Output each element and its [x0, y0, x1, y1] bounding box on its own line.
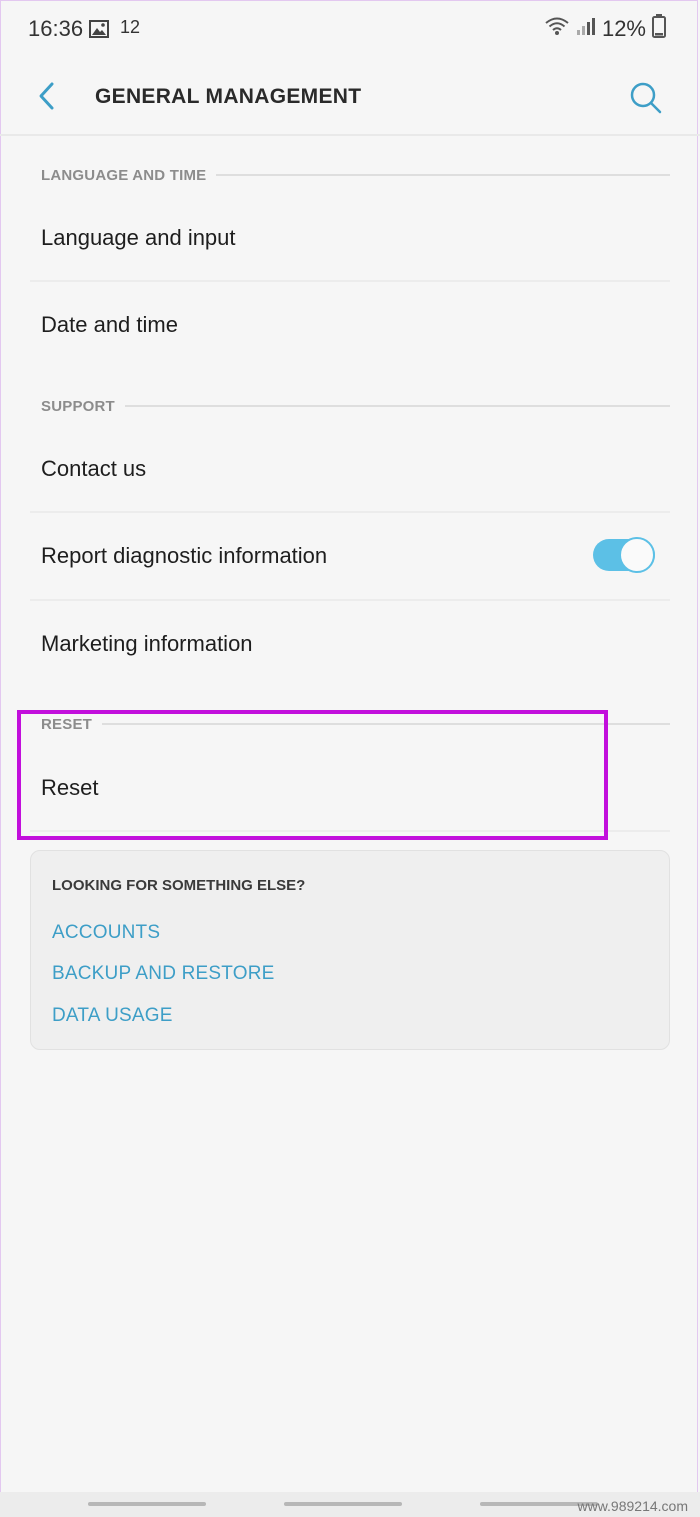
section-header-support: SUPPORT [41, 396, 670, 416]
menu-item-contact-us[interactable]: Contact us [30, 426, 670, 512]
section-header-reset: RESET [41, 714, 670, 734]
notification-count: 12 [120, 17, 141, 37]
page-title: GENERAL MANAGEMENT [95, 85, 362, 108]
nav-recents-button[interactable] [88, 1502, 206, 1506]
menu-item-report-diagnostic-information[interactable]: Report diagnostic information [30, 513, 670, 599]
status-indicators: 12% [544, 14, 666, 44]
section-divider [124, 405, 670, 407]
menu-item-label: Report diagnostic information [41, 543, 328, 568]
back-button[interactable] [30, 76, 66, 116]
toggle-knob [619, 537, 655, 573]
link-backup-and-restore[interactable]: BACKUP AND RESTORE [52, 963, 275, 985]
menu-item-marketing-information[interactable]: Marketing information [30, 601, 670, 687]
battery-icon [652, 14, 666, 44]
card-title: LOOKING FOR SOMETHING ELSE? [52, 877, 306, 894]
section-label: RESET [41, 715, 93, 733]
search-button[interactable] [626, 78, 666, 118]
menu-item-label: Contact us [41, 456, 147, 481]
section-header-language-time: LANGUAGE AND TIME [41, 165, 670, 185]
section-label: SUPPORT [41, 397, 115, 415]
row-divider [30, 830, 670, 832]
menu-item-language-and-input[interactable]: Language and input [30, 195, 670, 281]
watermark: www.989214.com [577, 1498, 688, 1514]
link-data-usage[interactable]: DATA USAGE [52, 1005, 173, 1027]
menu-item-date-and-time[interactable]: Date and time [30, 282, 670, 368]
gallery-notification-icon [89, 18, 109, 44]
menu-item-reset[interactable]: Reset [30, 745, 670, 831]
wifi-icon [544, 16, 570, 42]
report-diagnostic-toggle[interactable] [593, 537, 655, 573]
menu-item-label: Marketing information [41, 631, 253, 656]
menu-item-label: Language and input [41, 225, 236, 250]
link-accounts[interactable]: ACCOUNTS [52, 922, 160, 944]
chevron-left-icon [39, 82, 54, 110]
signal-icon [576, 16, 596, 42]
section-divider [216, 174, 670, 176]
search-icon [630, 82, 662, 114]
app-header: GENERAL MANAGEMENT [0, 58, 700, 136]
status-bar: 16:36 12 12% [0, 0, 700, 58]
looking-for-card: LOOKING FOR SOMETHING ELSE? ACCOUNTS BAC… [30, 850, 670, 1050]
status-time: 16:36 [28, 16, 84, 41]
section-divider [102, 723, 670, 725]
battery-percent: 12% [601, 16, 646, 41]
menu-item-label: Reset [41, 775, 99, 800]
menu-item-label: Date and time [41, 312, 178, 337]
nav-home-button[interactable] [284, 1502, 402, 1506]
section-label: LANGUAGE AND TIME [41, 166, 207, 184]
